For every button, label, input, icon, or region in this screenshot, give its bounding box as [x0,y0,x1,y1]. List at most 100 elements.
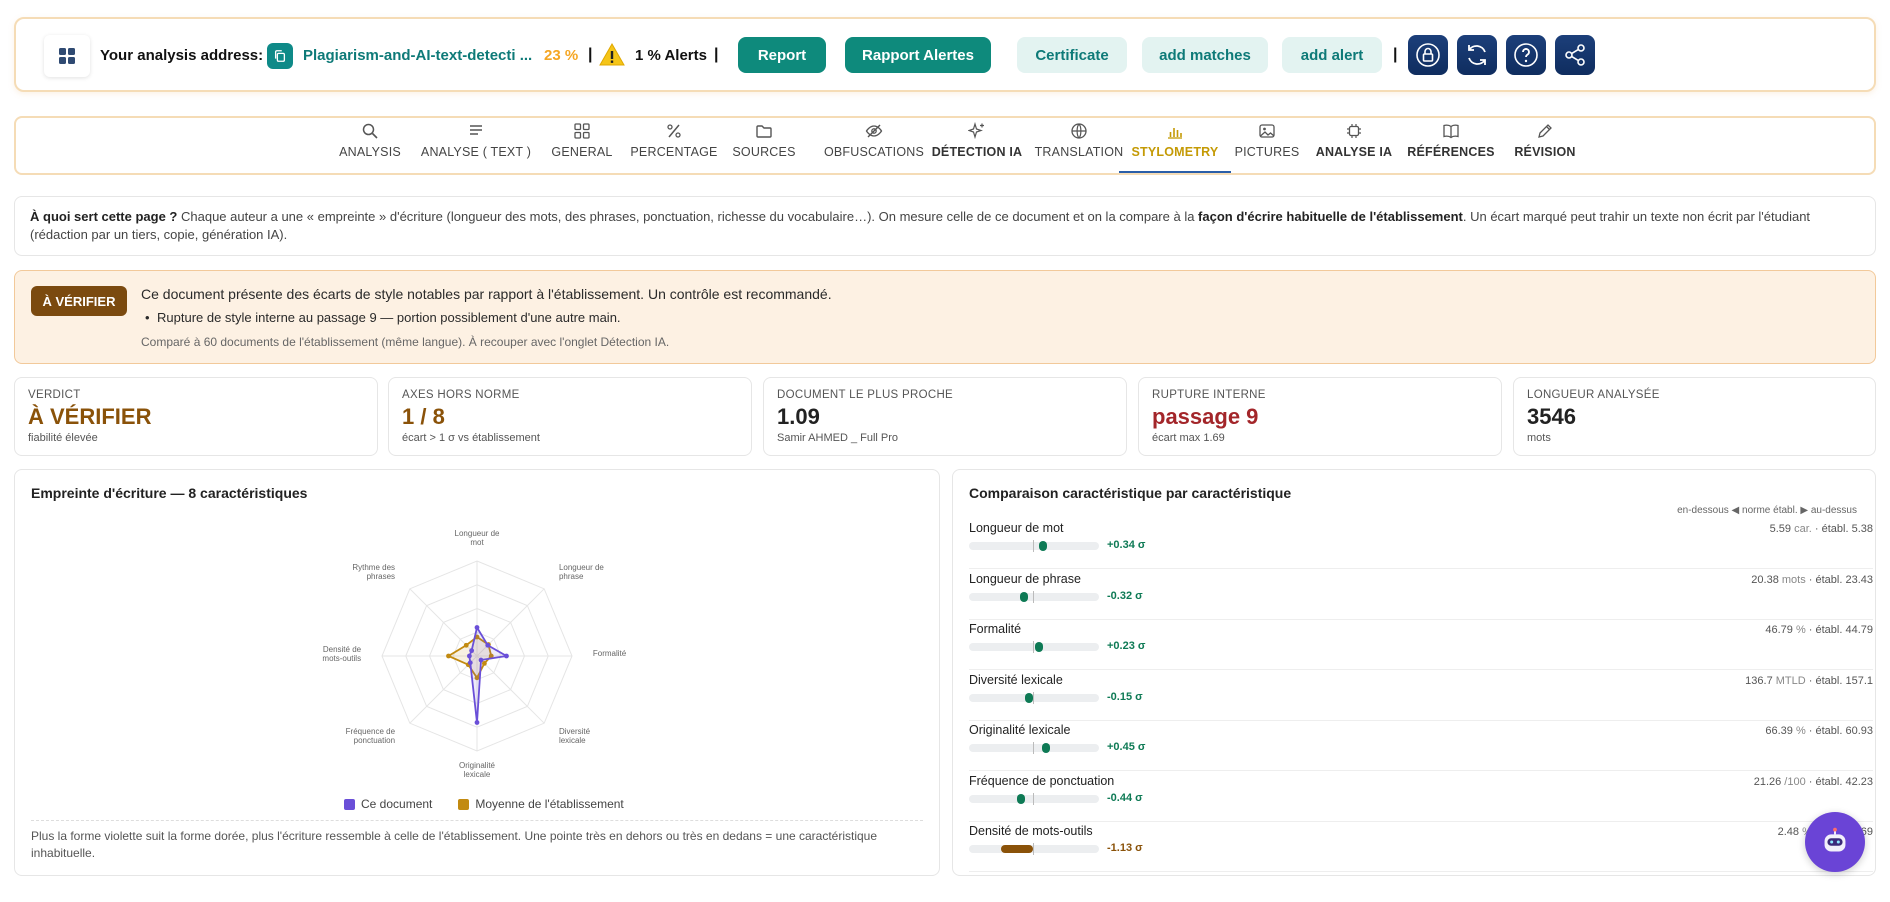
radar-axis-label-line: mot [470,538,484,547]
tab-analysis[interactable]: ANALYSIS [324,118,416,173]
tab-sources[interactable]: SOURCES [716,118,812,173]
stat-sub: écart max 1.69 [1152,432,1225,444]
verdict-bullet: Rupture de style interne au passage 9 — … [145,310,621,325]
eye-off-icon [865,124,883,138]
etablissement-series-point [463,642,469,648]
rapport-alertes-button[interactable]: Rapport Alertes [845,37,991,73]
image-icon [1259,124,1275,138]
tab-general[interactable]: GENERAL [536,118,628,173]
tab-percentage[interactable]: PERCENTAGE [619,118,729,173]
share-icon [1565,44,1585,66]
address-label: Your analysis address: [100,47,264,64]
tab-label: ANALYSIS [339,145,401,159]
feature-name: Rythme des phrases [969,875,1084,876]
radar-axis-label-line: lexicale [464,770,491,779]
radar-axis-label: Fréquence de ponctuation [346,727,396,745]
stat-card-closest-document: DOCUMENT LE PLUS PROCHE 1.09 Samir AHMED… [763,377,1127,456]
feature-etab: établ. 44.79 [1815,624,1874,636]
apps-grid-button[interactable] [44,35,90,77]
tab-revision[interactable]: RÉVISION [1501,118,1589,173]
text-lines-icon [470,125,482,135]
radar-axis-label: Formalité [593,649,627,658]
panel-title: Empreinte d'écriture — 8 caractéristique… [31,485,308,501]
document-series-point [504,653,509,659]
document-series-point [474,720,480,725]
tab-label: ANALYSE IA [1315,145,1393,159]
stat-value: 1.09 [777,404,820,429]
help-button[interactable] [1506,35,1546,75]
stat-value: 1 / 8 [402,404,445,429]
stat-label: DOCUMENT LE PLUS PROCHE [777,389,954,401]
sigma-label: +0.23 σ [1107,640,1146,652]
copy-icon[interactable] [267,43,293,69]
tab-pictures[interactable]: PICTURES [1219,118,1315,173]
writing-fingerprint-panel: Empreinte d'écriture — 8 caractéristique… [14,469,940,876]
comparison-row: Longueur de phrase 20.38 mots · établ. 23… [969,570,1873,620]
stat-card-axes: AXES HORS NORME 1 / 8 écart > 1 σ vs éta… [388,377,752,456]
verdict-badge: À VÉRIFIER [31,286,127,316]
comparison-row: Longueur de mot 5.59 car. · établ. 5.38 +0… [969,519,1873,569]
verdict-note: Comparé à 60 documents de l'établissemen… [141,335,670,349]
sigma-label: -0.32 σ [1107,589,1143,602]
radar-axis-label: Longueur de mot [455,529,500,547]
document-series-point [467,660,473,666]
add-matches-button[interactable]: add matches [1142,37,1268,73]
norm-marker [1033,540,1034,552]
document-series-point [485,642,491,648]
radar-axis-label-line: Fréquence de [346,727,396,736]
feature-values: 20.38 mots · établ. 23.43 [1751,573,1873,586]
sigma-marker [1041,743,1050,753]
chat-assistant-button[interactable] [1805,812,1865,872]
sigma-track [969,641,1099,653]
norm-marker [1033,792,1034,805]
norm-marker [1033,641,1034,653]
radar-axis-label-line: phrase [559,572,584,581]
lock-button[interactable] [1408,35,1448,75]
radar-axis-label-line: mots-outils [322,654,361,663]
feature-name: Diversité lexicale [969,672,1063,687]
feature-name: Densité de mots-outils [969,824,1093,838]
comparison-row: Rythme des phrases14.61 σ · établ. 21.2 [969,873,1873,876]
search-icon [362,123,378,139]
feature-name: Longueur de mot [969,521,1064,535]
lock-icon [1416,43,1440,67]
sigma-label: -0.44 σ [1107,791,1143,804]
refresh-button[interactable] [1457,35,1497,75]
tab-stylometry[interactable]: STYLOMETRY [1119,118,1231,173]
add-alert-button[interactable]: add alert [1282,37,1382,73]
robot-icon [1824,827,1846,852]
comparison-row: Diversité lexicale 136.7 MTLD · établ. 15… [969,671,1873,721]
stat-card-rupture: RUPTURE INTERNE passage 9 écart max 1.69 [1138,377,1502,456]
tab-label: SOURCES [732,145,796,159]
radar-axis-label-line: phrases [367,572,395,581]
tab-analyse-ia[interactable]: ANALYSE IA [1304,118,1404,173]
feature-name: Longueur de phrase [969,571,1081,586]
tab-detection-ia[interactable]: DÉTECTION IA [921,118,1033,173]
tab-analyse-text[interactable]: ANALYSE ( TEXT ) [409,118,543,173]
book-icon [1443,124,1459,139]
radar-axis-label: Diversité lexicale [559,727,591,745]
radar-axis-label: Rythme des phrases [352,563,395,581]
analysis-address-link[interactable]: Plagiarism-and-AI-text-detecti ... [303,47,532,64]
panel-title: Comparaison caractéristique par caractér… [969,485,1292,501]
bar-chart-icon [1168,128,1182,139]
feature-unit: MTLD [1775,674,1806,687]
divider [31,820,923,821]
share-button[interactable] [1555,35,1595,75]
sigma-track [969,691,1099,704]
tab-references[interactable]: RÉFÉRENCES [1401,118,1501,173]
feature-unit: /100 [1784,775,1806,788]
tab-label: STYLOMETRY [1131,145,1219,159]
tab-label: RÉVISION [1514,145,1576,159]
tab-label: GENERAL [551,145,613,159]
report-button[interactable]: Report [738,37,826,73]
document-series-point [467,653,472,659]
tab-label: RÉFÉRENCES [1407,145,1495,159]
radar-axis-label-line: Rythme des [352,563,395,572]
certificate-button[interactable]: Certificate [1017,37,1127,73]
feature-values: 5.59 car. · établ. 5.38 [1769,523,1873,535]
stat-label: LONGUEUR ANALYSÉE [1527,389,1660,401]
radar-axis-label-line: Diversité [559,727,591,736]
stat-value: À VÉRIFIER [28,404,152,429]
feature-values: 46.79 % · établ. 44.79 [1765,624,1873,636]
